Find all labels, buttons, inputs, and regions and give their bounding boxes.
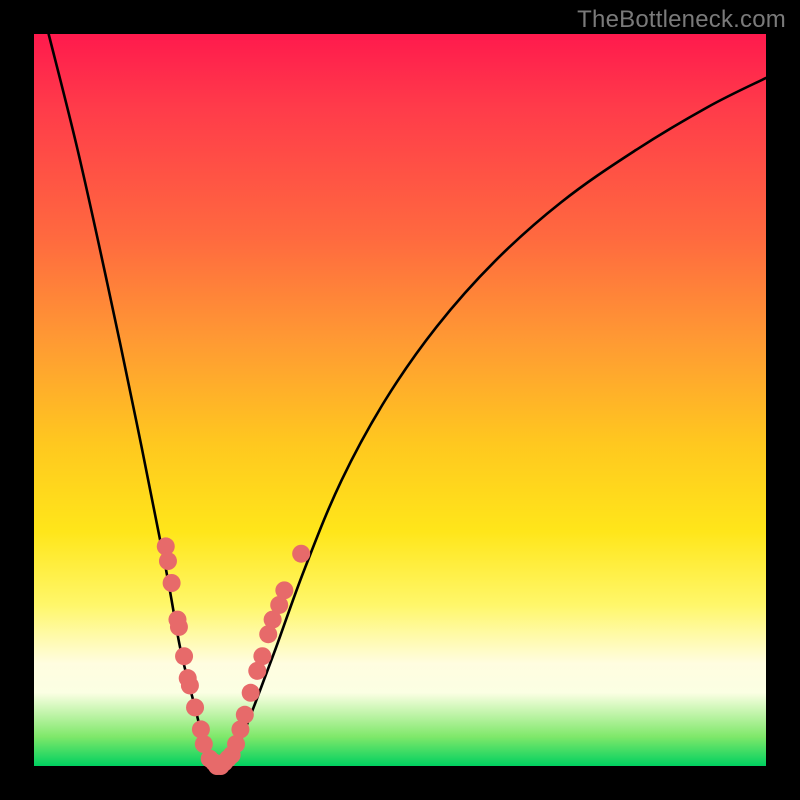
data-point [253, 647, 271, 665]
data-point [159, 552, 177, 570]
data-point [275, 581, 293, 599]
data-point [181, 676, 199, 694]
data-point [186, 698, 204, 716]
data-point [292, 545, 310, 563]
data-point [242, 684, 260, 702]
plot-area [34, 34, 766, 766]
data-point [236, 706, 254, 724]
chart-svg [34, 34, 766, 766]
bottleneck-curve [49, 34, 766, 767]
watermark-text: TheBottleneck.com [577, 6, 786, 34]
data-point [175, 647, 193, 665]
data-point [170, 618, 188, 636]
data-point [163, 574, 181, 592]
data-points [157, 537, 310, 775]
chart-frame: TheBottleneck.com [0, 0, 800, 800]
